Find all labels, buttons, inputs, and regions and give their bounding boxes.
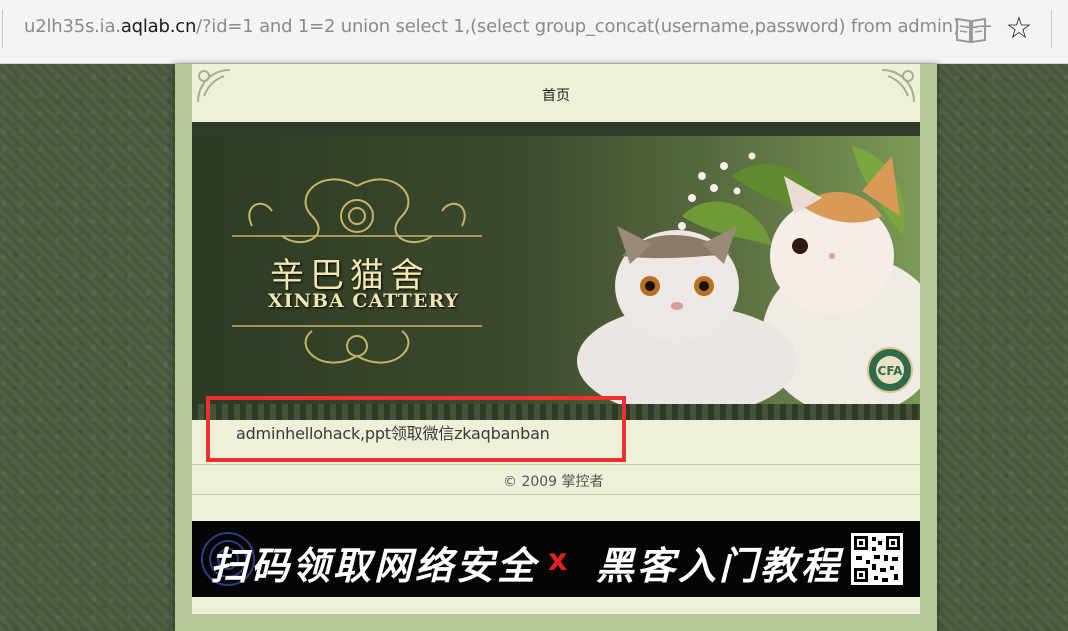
banner-title-en: XINBA CATTERY xyxy=(268,290,460,312)
nav-home-link[interactable]: 首页 xyxy=(542,85,570,105)
cat-photo xyxy=(577,146,920,404)
svg-text:CFA: CFA xyxy=(878,364,904,378)
reading-view-icon[interactable] xyxy=(955,15,987,45)
ad-separator: x xyxy=(548,543,568,578)
url-path: /?id=1 and 1=2 union select 1,(select gr… xyxy=(196,16,993,37)
url-domain: aqlab.cn xyxy=(120,16,197,37)
url-prefix: u2lh35s.ia. xyxy=(24,16,121,37)
toolbar-divider xyxy=(1051,10,1052,48)
ad-text-right: 黑客入门教程 xyxy=(596,544,843,588)
url-field[interactable]: u2lh35s.ia.aqlab.cn/?id=1 and 1=2 union … xyxy=(24,16,993,37)
divider xyxy=(192,464,920,465)
corner-ornament xyxy=(197,69,231,103)
ad-text-left: 扫码领取网络安全 xyxy=(210,544,539,588)
header-strip xyxy=(192,122,920,136)
qr-code-icon[interactable] xyxy=(851,533,903,585)
ad-banner[interactable]: 扫码领取网络安全 x 黑客入门教程 xyxy=(192,521,920,597)
favorite-star-icon[interactable]: ☆ xyxy=(1003,12,1035,46)
site-banner: 辛巴猫舍 XINBA CATTERY CFA xyxy=(192,136,920,404)
highlight-box xyxy=(206,396,626,462)
cfa-badge-icon: CFA xyxy=(866,346,914,394)
divider xyxy=(192,494,920,495)
content-area: 首页 辛巴猫舍 XINBA CATTERY CFA adminhellohack… xyxy=(192,64,920,614)
copyright-text: © 2009 掌控者 xyxy=(503,474,604,490)
toolbar-divider xyxy=(2,10,3,48)
corner-ornament xyxy=(881,69,915,103)
page-frame: 首页 辛巴猫舍 XINBA CATTERY CFA adminhellohack… xyxy=(175,64,937,631)
browser-address-bar: u2lh35s.ia.aqlab.cn/?id=1 and 1=2 union … xyxy=(0,0,1068,64)
